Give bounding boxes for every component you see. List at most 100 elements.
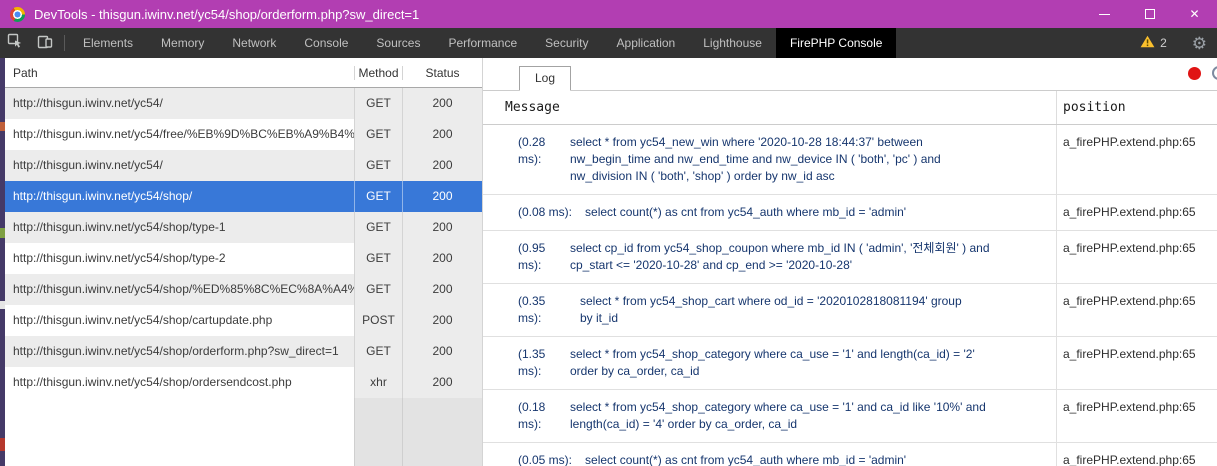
network-row-method: GET: [354, 336, 402, 367]
close-icon: ✕: [1189, 7, 1199, 21]
title-bar: DevTools - thisgun.iwinv.net/yc54/shop/o…: [0, 0, 1217, 28]
network-row[interactable]: http://thisgun.iwinv.net/yc54/shop/type-…: [5, 212, 482, 243]
log-message-body: (1.35ms):select * from yc54_shop_categor…: [483, 337, 1056, 389]
log-message-sql: select * from yc54_new_win where '2020-1…: [570, 134, 941, 185]
log-message-body: (0.18ms):select * from yc54_shop_categor…: [483, 390, 1056, 442]
warning-triangle-icon: [1140, 35, 1155, 51]
warnings-badge[interactable]: 2: [1140, 35, 1167, 51]
network-row-status: 200: [402, 274, 482, 305]
log-message-body: (0.08 ms):select count(*) as cnt from yc…: [483, 195, 1056, 230]
record-icon[interactable]: [1188, 67, 1201, 80]
gear-icon[interactable]: ⚙: [1192, 35, 1207, 52]
tab-log[interactable]: Log: [519, 66, 571, 91]
inspect-element-button[interactable]: [0, 28, 30, 58]
network-row[interactable]: http://thisgun.iwinv.net/yc54/free/%EB%9…: [5, 119, 482, 150]
network-row-status: 200: [402, 336, 482, 367]
network-row-method: GET: [354, 243, 402, 274]
network-row-status: 200: [402, 150, 482, 181]
devtools-tabs: ElementsMemoryNetworkConsoleSourcesPerfo…: [69, 28, 896, 58]
network-row-status: 200: [402, 181, 482, 212]
window-controls: ✕: [1082, 0, 1217, 28]
firephp-table-header: Message position: [483, 91, 1217, 125]
toolbar-separator: [64, 35, 65, 51]
tab-network[interactable]: Network: [218, 28, 290, 58]
main-area: Path Method Status http://thisgun.iwinv.…: [0, 58, 1217, 466]
filler-path-cell: [5, 398, 354, 466]
network-row[interactable]: http://thisgun.iwinv.net/yc54/shop/order…: [5, 367, 482, 398]
log-message-time: (0.95ms):: [518, 240, 570, 274]
devtools-window: DevTools - thisgun.iwinv.net/yc54/shop/o…: [0, 0, 1217, 466]
network-row-method: GET: [354, 181, 402, 212]
window-edge-artifact: [0, 58, 5, 466]
log-message-body: (0.35ms): select * from yc54_shop_cart w…: [483, 284, 1056, 336]
network-row-method: xhr: [354, 367, 402, 398]
log-message-list: (0.28ms):select * from yc54_new_win wher…: [483, 125, 1217, 466]
device-toolbar-button[interactable]: [30, 28, 60, 58]
device-toolbar-icon: [37, 33, 53, 54]
column-header-status[interactable]: Status: [402, 66, 482, 80]
network-row-status: 200: [402, 212, 482, 243]
network-row-path: http://thisgun.iwinv.net/yc54/shop/type-…: [5, 243, 354, 274]
tab-console[interactable]: Console: [290, 28, 362, 58]
column-header-position: position: [1056, 91, 1217, 124]
network-row-path: http://thisgun.iwinv.net/yc54/: [5, 150, 354, 181]
filler-method-cell: [354, 398, 402, 466]
log-message-position: a_firePHP.extend.php:65: [1056, 284, 1217, 336]
log-message-time: (0.08 ms):: [518, 204, 585, 221]
network-row-selected[interactable]: http://thisgun.iwinv.net/yc54/shop/GET20…: [5, 181, 482, 212]
tab-security[interactable]: Security: [531, 28, 602, 58]
column-header-path[interactable]: Path: [5, 66, 354, 80]
network-row[interactable]: http://thisgun.iwinv.net/yc54/GET200: [5, 150, 482, 181]
log-message-sql: select * from yc54_shop_category where c…: [570, 346, 975, 380]
clear-icon[interactable]: [1212, 66, 1217, 80]
tab-application[interactable]: Application: [603, 28, 690, 58]
minimize-button[interactable]: [1082, 0, 1127, 28]
network-row[interactable]: http://thisgun.iwinv.net/yc54/shop/order…: [5, 336, 482, 367]
network-table-header: Path Method Status: [5, 58, 482, 88]
inspect-cursor-icon: [7, 33, 23, 54]
close-button[interactable]: ✕: [1172, 0, 1217, 28]
log-message: (0.35ms): select * from yc54_shop_cart w…: [483, 284, 1217, 337]
network-row-path: http://thisgun.iwinv.net/yc54/shop/order…: [5, 367, 354, 398]
log-message-body: (0.28ms):select * from yc54_new_win wher…: [483, 125, 1056, 194]
toolbar-right-group: 2 ⚙: [1140, 28, 1217, 58]
tab-elements[interactable]: Elements: [69, 28, 147, 58]
tab-memory[interactable]: Memory: [147, 28, 218, 58]
log-message-position: a_firePHP.extend.php:65: [1056, 125, 1217, 194]
column-header-message: Message: [483, 100, 1056, 115]
log-message-time: (0.18ms):: [518, 399, 570, 433]
network-row[interactable]: http://thisgun.iwinv.net/yc54/shop/cartu…: [5, 305, 482, 336]
maximize-button[interactable]: [1127, 0, 1172, 28]
tab-sources[interactable]: Sources: [362, 28, 434, 58]
network-row-status: 200: [402, 243, 482, 274]
log-message-position: a_firePHP.extend.php:65: [1056, 195, 1217, 230]
network-row[interactable]: http://thisgun.iwinv.net/yc54/GET200: [5, 88, 482, 119]
network-row[interactable]: http://thisgun.iwinv.net/yc54/shop/%ED%8…: [5, 274, 482, 305]
tab-firephp-console[interactable]: FirePHP Console: [776, 28, 896, 58]
firephp-panel: Log Message position (0.28ms):select * f…: [483, 58, 1217, 466]
network-panel: Path Method Status http://thisgun.iwinv.…: [5, 58, 483, 466]
minimize-icon: [1099, 14, 1110, 15]
log-message: (0.18ms):select * from yc54_shop_categor…: [483, 390, 1217, 443]
network-row-method: GET: [354, 119, 402, 150]
tab-lighthouse[interactable]: Lighthouse: [689, 28, 776, 58]
network-row-status: 200: [402, 367, 482, 398]
log-message-sql: select count(*) as cnt from yc54_auth wh…: [585, 452, 906, 466]
network-row-path: http://thisgun.iwinv.net/yc54/shop/order…: [5, 336, 354, 367]
log-message-time: (0.05 ms):: [518, 452, 585, 466]
network-row-method: GET: [354, 274, 402, 305]
chrome-logo-icon: [10, 7, 25, 22]
network-row-path: http://thisgun.iwinv.net/yc54/shop/%ED%8…: [5, 274, 354, 305]
network-table-filler: [5, 398, 482, 466]
log-message: (0.95ms):select cp_id from yc54_shop_cou…: [483, 231, 1217, 284]
tab-performance[interactable]: Performance: [434, 28, 531, 58]
network-row-status: 200: [402, 119, 482, 150]
log-message: (0.08 ms):select count(*) as cnt from yc…: [483, 195, 1217, 231]
filler-status-cell: [402, 398, 482, 466]
network-rows: http://thisgun.iwinv.net/yc54/GET200http…: [5, 88, 482, 398]
warning-count: 2: [1160, 36, 1167, 50]
column-header-method[interactable]: Method: [354, 66, 402, 80]
network-row-path: http://thisgun.iwinv.net/yc54/free/%EB%9…: [5, 119, 354, 150]
log-message: (0.05 ms):select count(*) as cnt from yc…: [483, 443, 1217, 466]
network-row[interactable]: http://thisgun.iwinv.net/yc54/shop/type-…: [5, 243, 482, 274]
